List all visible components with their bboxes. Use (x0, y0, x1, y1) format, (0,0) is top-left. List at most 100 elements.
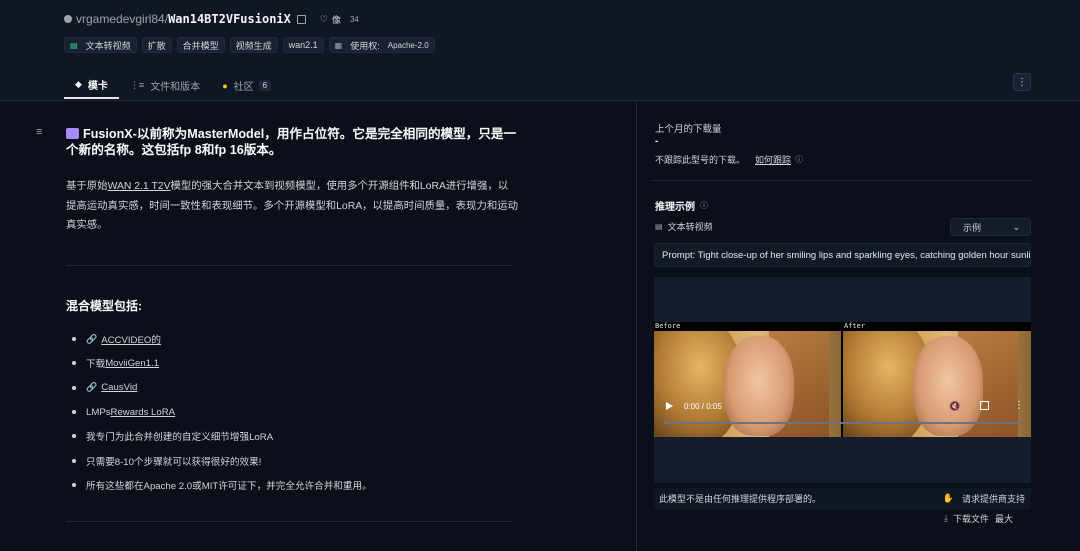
like-button[interactable]: ♡ 像 34 (320, 13, 359, 26)
inference-task: ▤ 文本转视频 (655, 220, 713, 233)
list-item: 我专门为此合并创建的自定义细节增强LoRA (72, 424, 372, 448)
how-tracked-link[interactable]: 如何跟踪 (755, 153, 791, 166)
bullet-dot (72, 337, 76, 342)
item-text: 所有这些都在Apache 2.0或MIT许可证下，并完全允许合并和重用。 (86, 480, 372, 492)
tag-label: 文本转视频 (85, 40, 131, 51)
repo-name-link[interactable]: Wan14BT2VFusioniX (168, 12, 291, 26)
bullet-dot (72, 458, 76, 463)
bullet-dot (72, 410, 76, 415)
tag-wan21[interactable]: wan2.1 (282, 37, 324, 53)
heart-icon: ♡ (319, 13, 328, 24)
mute-icon[interactable]: 🔇 (949, 401, 960, 412)
downloads-label: 上个月的下载量 (655, 124, 722, 135)
bullet-dot (72, 361, 76, 366)
section-divider (66, 521, 512, 522)
download-files-link[interactable]: 下载文件 (953, 512, 989, 525)
inference-title-text: 推理示例 (655, 202, 695, 213)
like-count: 34 (349, 14, 359, 24)
causvid-link[interactable]: CausVid (101, 382, 137, 393)
tag-label: 扩散 (147, 40, 166, 51)
license-icon: ▦ (334, 40, 343, 50)
model-card-heading: FusionX-以前称为MasterModel，用作占位符。它是完全相同的模型，… (66, 126, 518, 158)
accvideo-link[interactable]: ACCVIDEO的 (101, 332, 161, 346)
video-time: 0:00 / 0:05 (684, 402, 722, 411)
before-caption: Before (655, 322, 681, 330)
wan-t2v-link[interactable]: WAN 2.1 T2V (108, 181, 171, 192)
film-emoji-icon (66, 128, 79, 139)
copy-icon[interactable] (296, 14, 306, 24)
fullscreen-icon[interactable] (980, 401, 989, 410)
maximize-link[interactable]: 最大 (995, 512, 1013, 525)
link-icon: 🔗 (86, 382, 98, 393)
user-avatar[interactable] (64, 15, 72, 23)
files-icon: ⋮≡ (129, 80, 145, 90)
list-item: 只需要8-10个步骤就可以获得很好的效果! (72, 448, 372, 472)
info-icon[interactable]: ⓘ (700, 200, 708, 211)
text-to-video-icon: ▤ (655, 222, 663, 231)
bullet-dot (72, 482, 76, 487)
info-icon[interactable]: ⓘ (795, 154, 803, 165)
list-item: 所有这些都在Apache 2.0或MIT许可证下，并完全允许合并和重用。 (72, 473, 372, 497)
examples-dropdown[interactable]: 示例 ⌄ (950, 218, 1031, 236)
tab-community[interactable]: ● 社区 6 (211, 72, 282, 99)
item-text: 只需要8-10个步骤就可以获得很好的效果! (86, 456, 262, 468)
sidebar-divider (652, 180, 1032, 181)
merged-models-list: 🔗 ACCVIDEO的 下载 MoviiGen1.1 🔗 CausVid LMPs Re… (72, 327, 372, 497)
list-item: LMPs Rewards LoRA (72, 400, 372, 424)
list-item: 🔗 ACCVIDEO的 (72, 327, 372, 351)
section-divider (66, 265, 512, 266)
item-text: LMPs (86, 406, 111, 418)
chevron-down-icon: ⌄ (1012, 221, 1020, 232)
item-text: 下载 (86, 359, 106, 371)
tag-video-generation[interactable]: 视频生成 (229, 37, 278, 53)
license-value: Apache-2.0 (387, 40, 429, 50)
tab-model-card[interactable]: ◆ 模卡 (64, 72, 119, 99)
link-icon: 🔗 (86, 333, 98, 344)
video-progress-track[interactable] (664, 422, 1021, 424)
tag-label: wan2.1 (288, 40, 318, 50)
rewards-lora-link[interactable]: Rewards LoRA (111, 407, 176, 418)
text-to-video-icon: ▤ (70, 40, 78, 50)
prompt-field[interactable]: Prompt: Tight close-up of her smiling li… (654, 243, 1031, 267)
license-label: 使用权: (350, 40, 380, 51)
video-controls: 0:00 / 0:05 🔇 ⋮ (654, 396, 1031, 437)
content-divider (636, 101, 637, 551)
downloads-note-text: 不跟踪此型号的下载。 (655, 155, 746, 165)
intro-prefix: 基于原始 (66, 181, 108, 192)
moviigen-link[interactable]: MoviiGen1.1 (105, 358, 159, 369)
no-provider-bar: 此模型不是由任何推理提供程序部署的。 ✋ 请求提供商支持 (654, 488, 1031, 509)
repo-header: vrgamedevgirl84 / Wan14BT2VFusioniX ♡ 像 … (0, 0, 1080, 101)
tab-label: 模卡 (87, 81, 108, 92)
community-icon: ● (222, 80, 228, 91)
like-label: 像 (331, 14, 341, 25)
tag-merge[interactable]: 合并模型 (176, 37, 225, 53)
downloads-note: 不跟踪此型号的下载。 如何跟踪 ⓘ (655, 153, 803, 166)
request-provider-button[interactable]: ✋ 请求提供商支持 (943, 492, 1025, 505)
more-options-button[interactable]: ⋮ (1013, 73, 1031, 91)
tag-list: ▤ 文本转视频 扩散 合并模型 视频生成 wan2.1 ▦ 使用权: Apach… (64, 37, 440, 53)
tag-license[interactable]: ▦ 使用权: Apache-2.0 (328, 37, 435, 53)
task-label: 文本转视频 (667, 222, 713, 232)
tag-label: 视频生成 (235, 40, 272, 51)
tab-files[interactable]: ⋮≡ 文件和版本 (119, 72, 211, 99)
hand-icon: ✋ (942, 493, 954, 503)
after-caption: After (844, 322, 866, 330)
play-icon[interactable] (666, 402, 673, 410)
bullet-dot (72, 385, 76, 390)
more-vertical-icon: ⋮ (1017, 76, 1027, 88)
table-of-contents-icon[interactable]: ≡ (36, 126, 42, 138)
request-provider-label: 请求提供商支持 (961, 494, 1025, 504)
merged-models-heading: 混合模型包括: (66, 299, 142, 313)
tag-diffusion[interactable]: 扩散 (141, 37, 172, 53)
list-item: 下载 MoviiGen1.1 (72, 351, 372, 375)
list-item: 🔗 CausVid (72, 376, 372, 400)
repo-owner-link[interactable]: vrgamedevgirl84 (76, 12, 165, 26)
downloads-value: - (655, 136, 659, 147)
tab-label: 社区 (233, 82, 254, 93)
tab-label: 文件和版本 (150, 82, 201, 93)
examples-label: 示例 (963, 222, 982, 233)
inference-title: 推理示例 ⓘ (655, 198, 708, 213)
more-vertical-icon[interactable]: ⋮ (1014, 400, 1024, 411)
bullet-dot (72, 434, 76, 439)
tag-text-to-video[interactable]: ▤ 文本转视频 (64, 37, 137, 53)
